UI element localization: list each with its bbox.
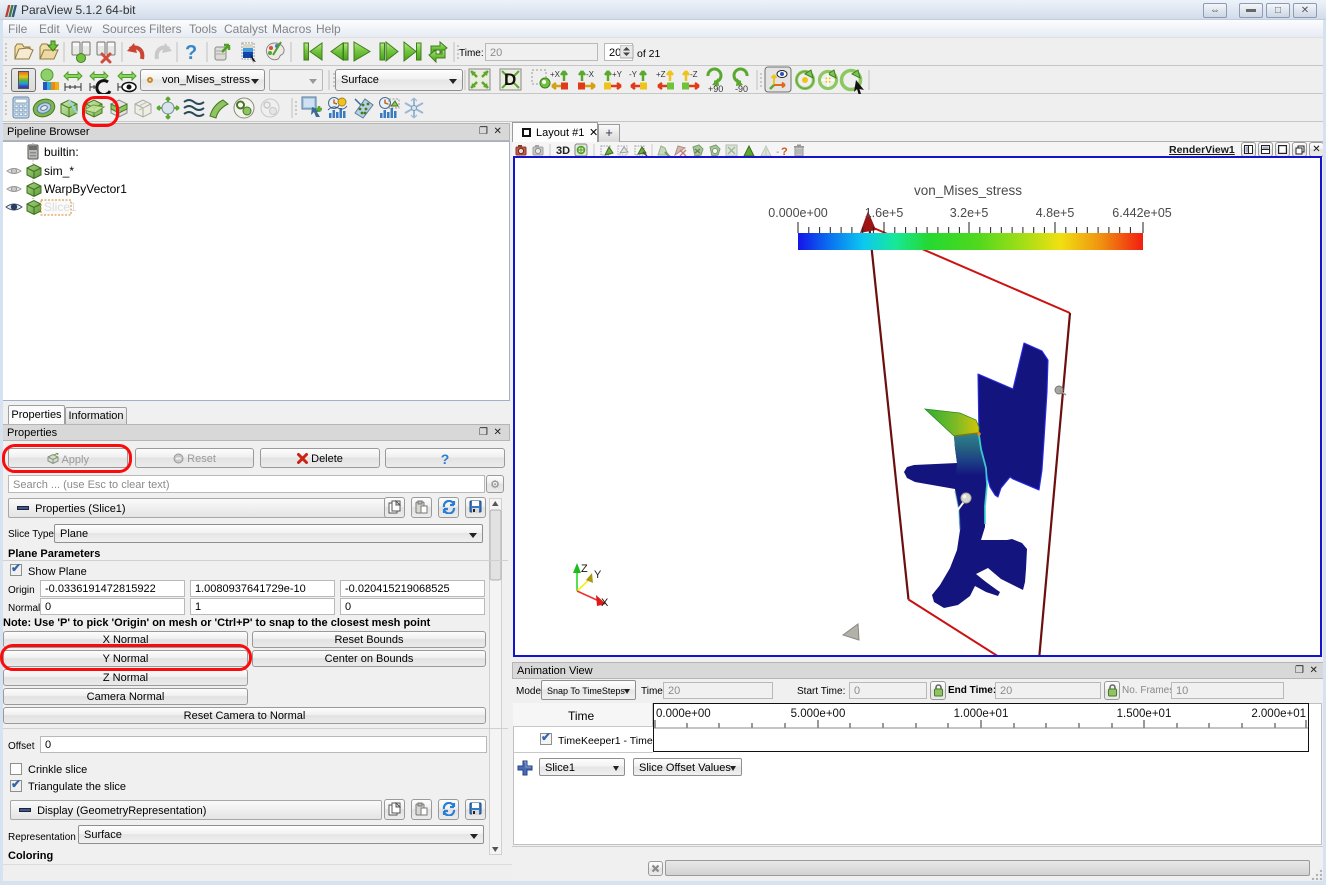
svg-text:+Z: +Z: [656, 70, 666, 79]
svg-text:builtin:: builtin:: [44, 145, 79, 159]
svg-text:+90: +90: [708, 84, 723, 94]
svg-text:-X: -X: [586, 70, 595, 79]
svg-text:-90: -90: [735, 84, 748, 94]
svg-text:D: D: [504, 70, 516, 89]
svg-text:3.2e+5: 3.2e+5: [950, 206, 989, 220]
svg-text:WarpByVector1: WarpByVector1: [44, 182, 127, 196]
svg-text:sim_*: sim_*: [44, 164, 74, 178]
svg-text:0.000e+00: 0.000e+00: [768, 206, 827, 220]
svg-text:Slice1: Slice1: [44, 200, 77, 214]
svg-text:+Y: +Y: [612, 70, 623, 79]
svg-text:von_Mises_stress: von_Mises_stress: [914, 183, 1022, 198]
svg-text:1.500e+01: 1.500e+01: [1117, 708, 1172, 720]
svg-text:X: X: [601, 597, 609, 609]
svg-text:1.000e+01: 1.000e+01: [954, 708, 1009, 720]
svg-text:0.000e+00: 0.000e+00: [656, 708, 711, 720]
svg-text:6.442e+05: 6.442e+05: [1112, 206, 1171, 220]
svg-text:1.6e+5: 1.6e+5: [865, 206, 904, 220]
svg-text:Z: Z: [581, 563, 588, 575]
svg-text:-Y: -Y: [629, 70, 638, 79]
svg-text:5.000e+00: 5.000e+00: [791, 708, 846, 720]
svg-text:Y: Y: [594, 569, 602, 581]
svg-text:2.000e+01: 2.000e+01: [1251, 708, 1306, 720]
svg-text:-Z: -Z: [690, 70, 698, 79]
svg-text:?: ?: [185, 42, 197, 64]
svg-text:+X: +X: [550, 70, 561, 79]
svg-text:4.8e+5: 4.8e+5: [1036, 206, 1075, 220]
